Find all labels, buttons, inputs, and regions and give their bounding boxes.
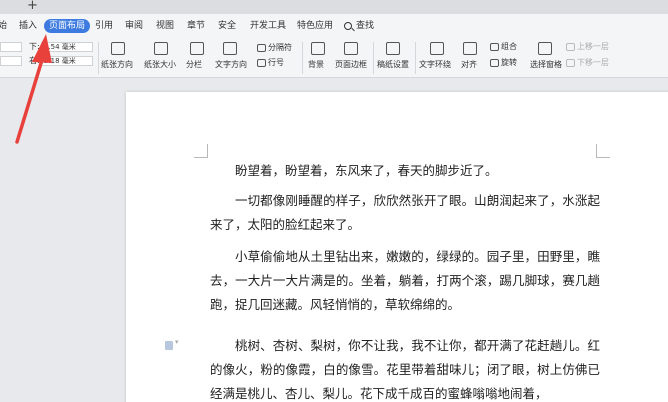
ribbon-separator [302,42,303,74]
manuscript-button[interactable]: 稿纸设置 [377,60,409,70]
columns-button[interactable]: 分栏 [186,60,202,70]
group-icon[interactable] [490,43,499,51]
ribbon-toolbar: 下: 2.54 毫米 右: 3.18 毫米 纸张方向 纸张大小 分栏 文字方向 … [0,38,668,78]
menu-home[interactable]: 始 [0,20,7,32]
text-direction-button[interactable]: 文字方向 [215,60,247,70]
line-number-icon[interactable] [257,59,266,67]
send-backward-button: 下移一层 [577,58,609,67]
ribbon-separator [373,42,374,74]
selection-pane-icon[interactable] [538,42,552,55]
margin-top-field[interactable] [0,42,22,52]
page-border-button[interactable]: 页面边框 [335,60,367,70]
ribbon-separator [415,42,416,74]
line-number-button[interactable]: 行号 [268,58,284,68]
paper-size-button[interactable]: 纸张大小 [144,60,176,70]
margin-right-field[interactable]: 3.18 毫米 [41,56,93,66]
menu-chapter[interactable]: 章节 [187,20,205,32]
menu-references[interactable]: 引用 [95,20,113,32]
document-page[interactable]: 盼望着，盼望着，东风来了，春天的脚步近了。 一切都像刚睡醒的样子，欣欣然张开了眼… [126,92,668,402]
margin-corner-mark [194,144,208,158]
menu-search[interactable]: 查找 [356,20,374,32]
page-border-icon[interactable] [344,42,358,55]
paragraph[interactable]: 桃树、杏树、梨树，你不让我，我不让你，都开满了花赶趟儿。红的像火，粉的像霞，白的… [210,334,600,402]
paper-orientation-button[interactable]: 纸张方向 [101,60,133,70]
paragraph[interactable]: 小草偷偷地从土里钻出来，嫩嫩的，绿绿的。园子里，田野里，瞧去，一大片一大片满是的… [210,245,600,317]
background-icon[interactable] [311,42,325,55]
separator-button[interactable]: 分隔符 [268,43,292,53]
ribbon-separator [98,42,99,74]
background-button[interactable]: 背景 [308,60,324,70]
margin-corner-mark [596,144,610,158]
document-workspace: 盼望着，盼望着，东风来了，春天的脚步近了。 一切都像刚睡醒的样子，欣欣然张开了眼… [0,79,668,402]
margin-bottom-label: 下: [29,42,40,51]
manuscript-icon[interactable] [386,42,400,55]
text-wrap-icon[interactable] [430,42,444,55]
separator-icon[interactable] [257,44,266,52]
rotate-icon[interactable] [490,59,499,67]
menu-bar: 始 插入 页面布局 引用 审阅 视图 章节 安全 开发工具 特色应用 查找 [0,14,668,38]
menu-security[interactable]: 安全 [218,20,236,32]
margin-bottom-field[interactable]: 2.54 毫米 [41,42,93,52]
menu-view[interactable]: 视图 [156,20,174,32]
paper-size-icon[interactable] [154,42,168,55]
text-wrap-button[interactable]: 文字环绕 [419,60,451,70]
new-tab-button[interactable]: + [27,0,38,13]
text-direction-icon[interactable] [223,42,237,55]
columns-icon[interactable] [190,42,204,55]
send-backward-icon [566,59,575,67]
bring-forward-icon [566,43,575,51]
selection-pane-button[interactable]: 选择窗格 [530,60,562,70]
menu-insert[interactable]: 插入 [19,20,37,32]
paragraph-layout-icon[interactable] [165,338,179,350]
paragraph[interactable]: 盼望着，盼望着，东风来了，春天的脚步近了。 [210,159,600,183]
menu-features[interactable]: 特色应用 [297,20,333,32]
tab-strip: + [0,0,668,14]
paragraph[interactable]: 一切都像刚睡醒的样子，欣欣然张开了眼。山朗润起来了，水涨起来了，太阳的脸红起来了… [210,189,600,237]
menu-page-layout[interactable]: 页面布局 [44,19,91,33]
align-icon[interactable] [463,42,477,55]
paper-orientation-icon[interactable] [111,42,125,55]
search-icon[interactable] [344,22,352,30]
margin-right-label: 右: [29,56,40,65]
group-button[interactable]: 组合 [501,42,517,52]
menu-review[interactable]: 审阅 [125,20,143,32]
bring-forward-button: 上移一层 [577,42,609,51]
margin-left-field[interactable] [0,56,22,66]
rotate-button[interactable]: 旋转 [501,58,517,68]
menu-developer-tools[interactable]: 开发工具 [250,20,286,32]
align-button[interactable]: 对齐 [461,60,477,70]
